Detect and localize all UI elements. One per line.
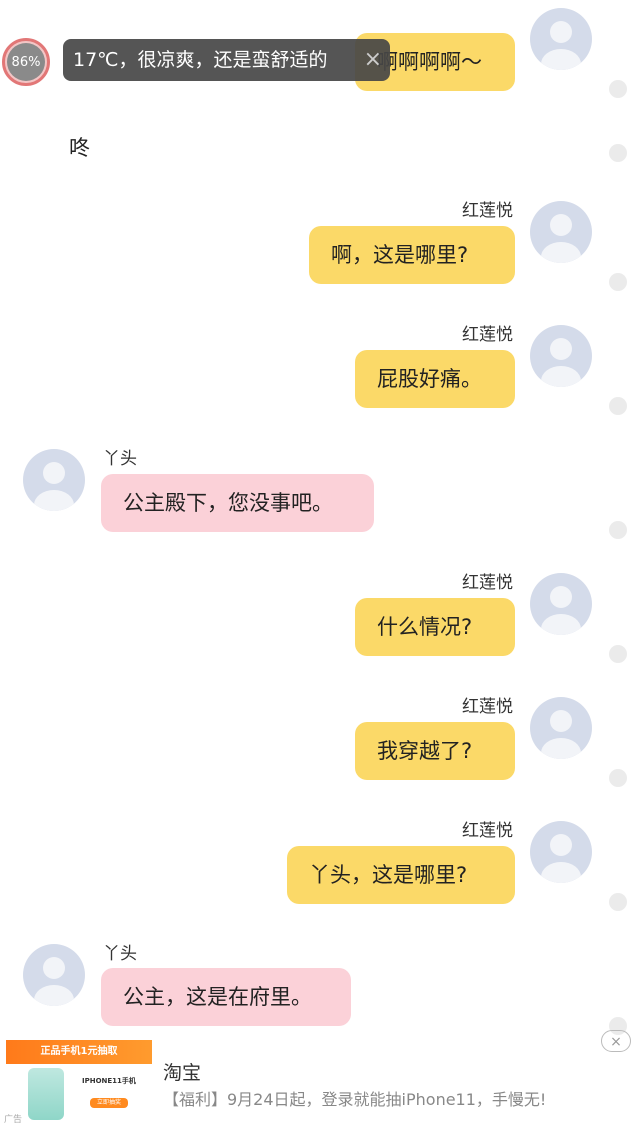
- sender-name: 丫头: [103, 944, 137, 964]
- select-dot[interactable]: [609, 273, 627, 291]
- sender-name: 红莲悦: [462, 325, 513, 345]
- chat-bubble[interactable]: 丫头，这是哪里?: [287, 846, 515, 904]
- avatar[interactable]: [530, 821, 592, 883]
- sender-name: 红莲悦: [462, 201, 513, 221]
- select-dot[interactable]: [609, 893, 627, 911]
- sender-name: 丫头: [103, 449, 137, 469]
- avatar[interactable]: [530, 697, 592, 759]
- chat-bubble[interactable]: 屁股好痛。: [355, 350, 515, 408]
- avatar[interactable]: [530, 8, 592, 70]
- battery-percent: 86%: [7, 43, 45, 81]
- select-dot[interactable]: [609, 769, 627, 787]
- toast-text: 17℃，很凉爽，还是蛮舒适的: [73, 49, 328, 71]
- sender-name: 红莲悦: [462, 821, 513, 841]
- ad-description[interactable]: 【福利】9月24日起，登录就能抽iPhone11，手慢无!: [163, 1086, 546, 1110]
- select-dot[interactable]: [609, 80, 627, 98]
- chat-bubble[interactable]: 啊，这是哪里?: [309, 226, 515, 284]
- ad-image[interactable]: 正品手机1元抽取 IPHONE11手机 立即抽奖: [6, 1040, 152, 1122]
- ad-cta-button[interactable]: 立即抽奖: [90, 1098, 128, 1108]
- ad-phone-text: IPHONE11手机: [82, 1077, 136, 1085]
- battery-indicator[interactable]: 86%: [2, 38, 50, 86]
- select-dot[interactable]: [609, 144, 627, 162]
- avatar[interactable]: [23, 944, 85, 1006]
- chat-bubble[interactable]: 公主，这是在府里。: [101, 968, 351, 1026]
- select-dot[interactable]: [609, 397, 627, 415]
- ad-close-button[interactable]: ×: [601, 1030, 631, 1052]
- select-dot[interactable]: [609, 645, 627, 663]
- avatar[interactable]: [530, 573, 592, 635]
- ad-label: 广告: [4, 1115, 23, 1125]
- chat-bubble[interactable]: 我穿越了?: [355, 722, 515, 780]
- chat-bubble[interactable]: 公主殿下，您没事吧。: [101, 474, 374, 532]
- phone-image: [28, 1068, 64, 1120]
- sender-name: 红莲悦: [462, 697, 513, 717]
- ad-banner-text: 正品手机1元抽取: [6, 1040, 152, 1064]
- weather-toast[interactable]: 17℃，很凉爽，还是蛮舒适的 ×: [63, 39, 390, 81]
- ad-title[interactable]: 淘宝: [163, 1058, 201, 1085]
- avatar[interactable]: [23, 449, 85, 511]
- sender-name: 红莲悦: [462, 573, 513, 593]
- select-dot[interactable]: [609, 521, 627, 539]
- chat-bubble[interactable]: 什么情况?: [355, 598, 515, 656]
- avatar[interactable]: [530, 201, 592, 263]
- avatar[interactable]: [530, 325, 592, 387]
- close-icon[interactable]: ×: [364, 39, 382, 81]
- narration-text: 咚: [69, 136, 90, 160]
